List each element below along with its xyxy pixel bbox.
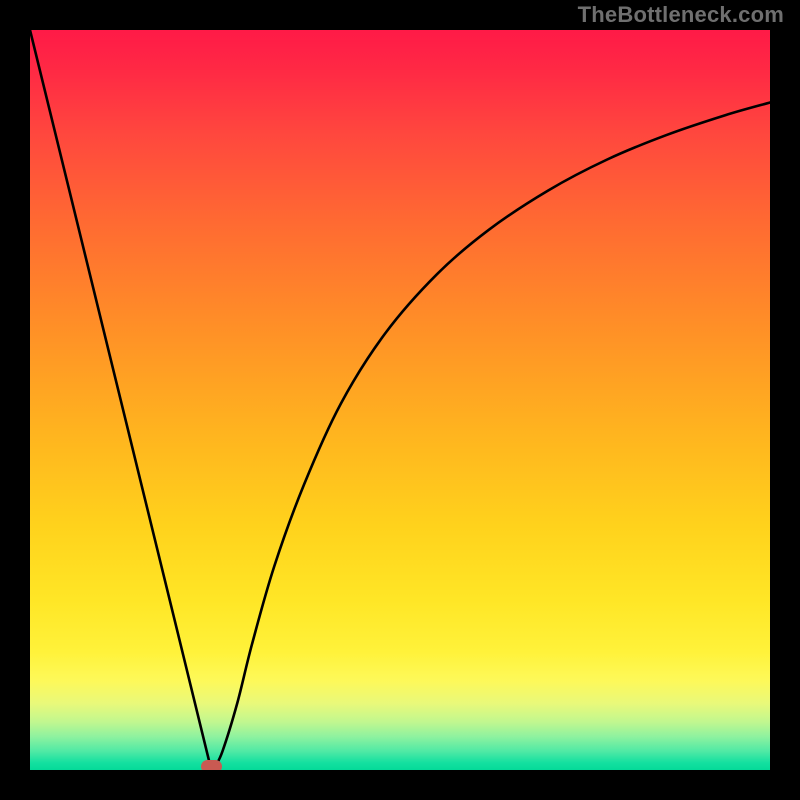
plot-area [30,30,770,770]
minimum-marker [201,760,222,770]
bottleneck-curve-path [30,30,770,770]
curve-svg [30,30,770,770]
chart-frame: TheBottleneck.com [0,0,800,800]
watermark-text: TheBottleneck.com [578,2,784,28]
